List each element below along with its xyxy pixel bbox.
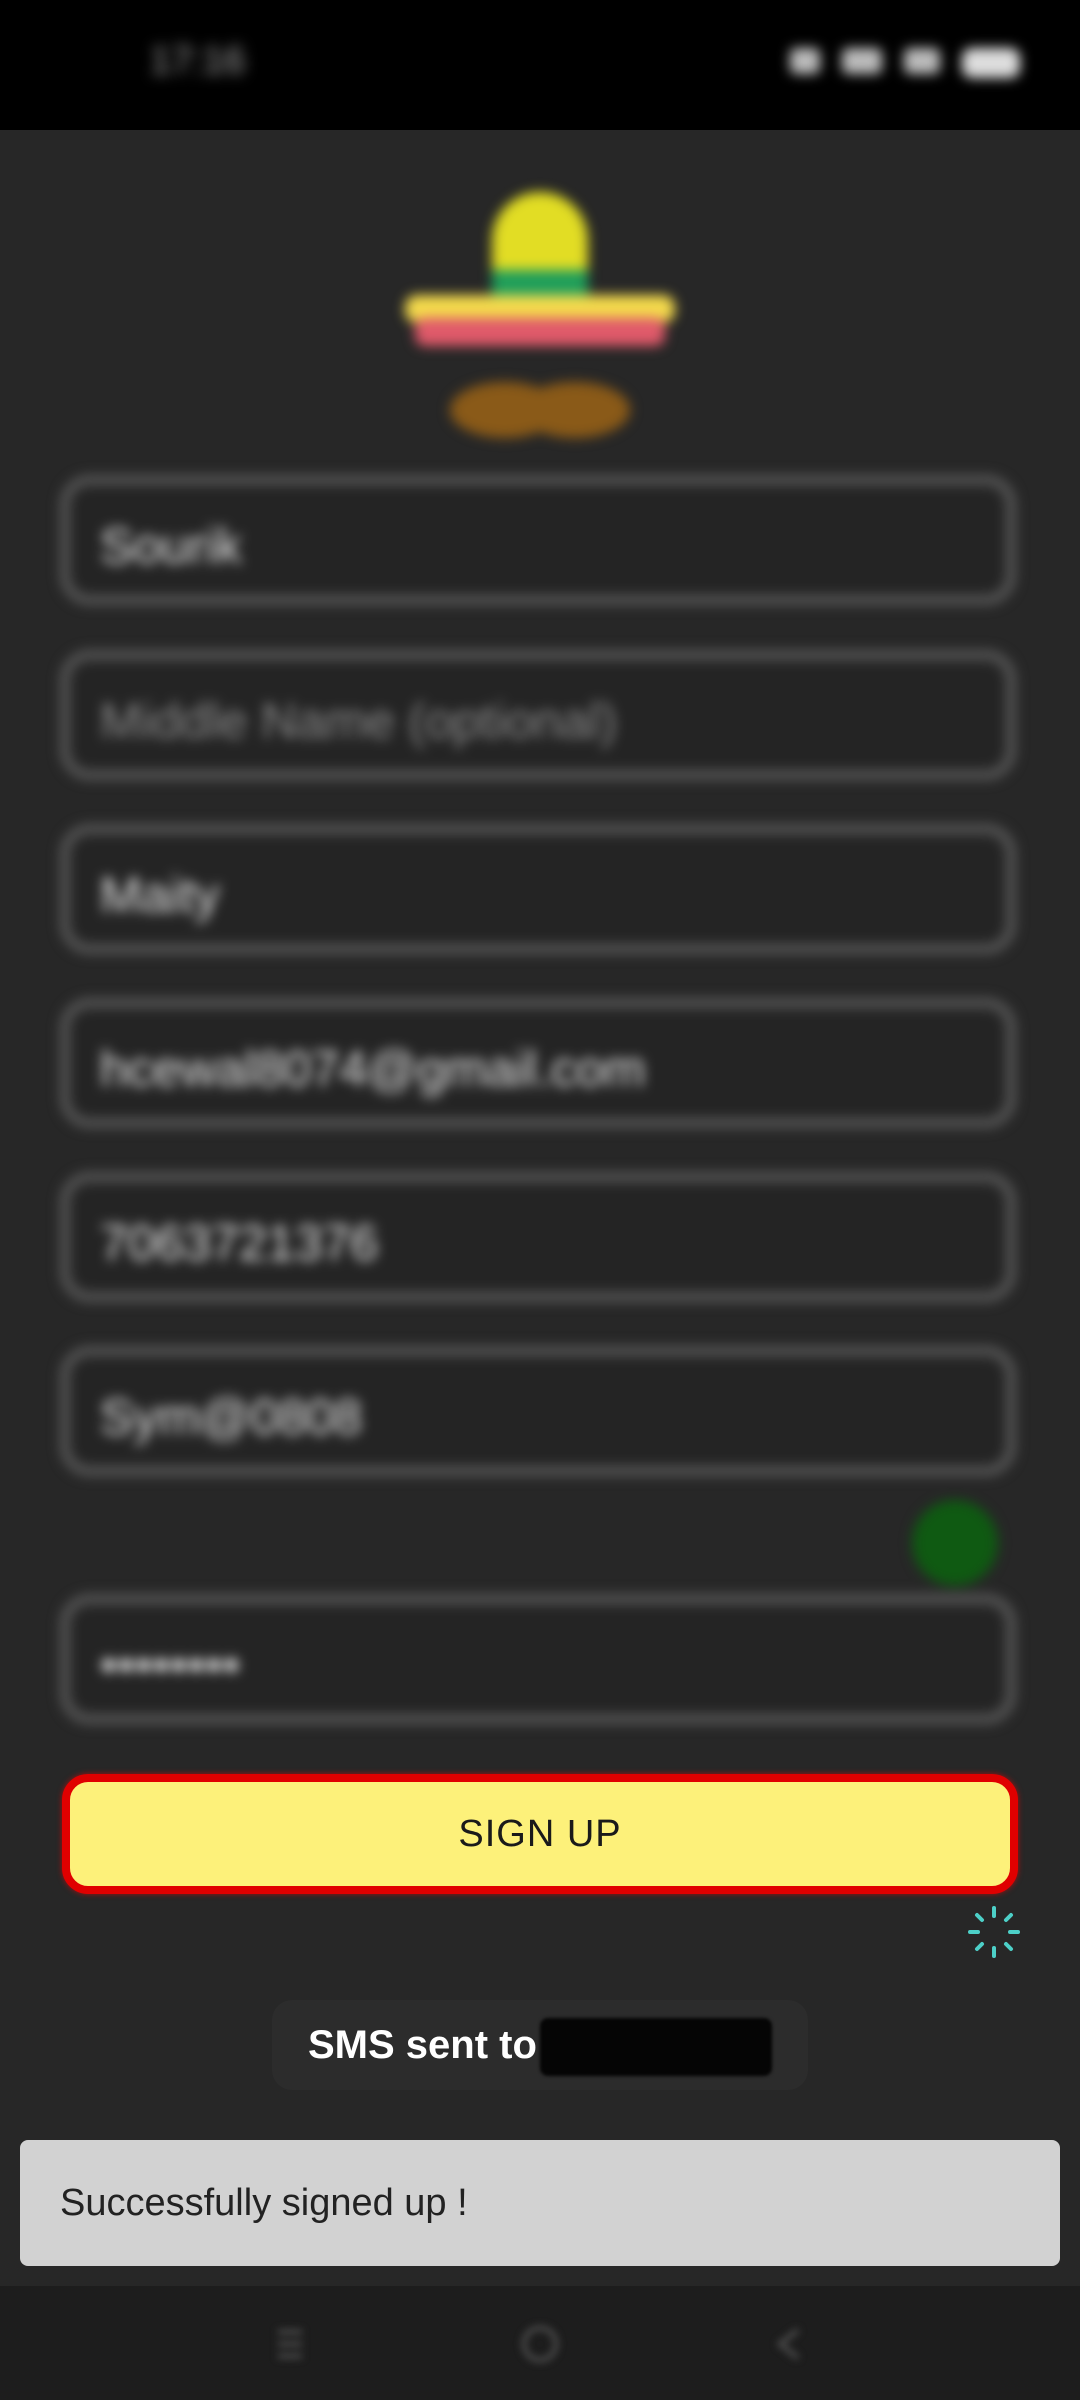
recents-icon[interactable] [268,2322,312,2366]
password-visibility-icon[interactable] [912,1500,998,1586]
middle-name-placeholder: Middle Name (optional) [100,693,617,749]
battery-icon [962,48,1020,78]
sms-toast: SMS sent to [272,2000,808,2090]
sms-toast-text: SMS sent to [308,2022,537,2067]
confirm-password-value: •••••••• [100,1637,241,1693]
success-snackbar: Successfully signed up ! [20,2140,1060,2266]
network-icon [904,48,940,74]
last-name-field[interactable]: Maity [60,824,1016,954]
wifi-icon [842,48,882,74]
phone-value: 7063721376 [100,1215,379,1271]
snackbar-message: Successfully signed up ! [60,2181,468,2224]
signup-button[interactable]: SIGN UP [62,1774,1018,1894]
home-icon[interactable] [518,2322,562,2366]
phone-field[interactable]: 7063721376 [60,1172,1016,1302]
first-name-value: Sourik [100,518,242,574]
password-value: Sym@0808 [100,1389,362,1445]
email-value: hcewal8074@gmail.com [100,1041,646,1097]
email-field[interactable]: hcewal8074@gmail.com [60,998,1016,1128]
password-field[interactable]: Sym@0808 [60,1346,1016,1476]
status-bar: 17:16 [0,0,1080,130]
status-time: 17:16 [150,40,246,82]
last-name-value: Maity [100,867,220,923]
confirm-password-field[interactable]: •••••••• [60,1594,1016,1724]
loading-spinner-icon [968,1906,1020,1958]
sombrero-mustache-logo [405,192,675,438]
first-name-field[interactable]: Sourik [60,475,1016,605]
redacted-phone-number [540,2018,772,2076]
signal-icon [790,48,820,74]
status-icons [790,48,1020,78]
navigation-bar [0,2286,1080,2400]
signup-form-background: Sourik Middle Name (optional) Maity hcew… [0,130,1080,2280]
back-icon[interactable] [768,2322,812,2366]
middle-name-field[interactable]: Middle Name (optional) [60,650,1016,780]
